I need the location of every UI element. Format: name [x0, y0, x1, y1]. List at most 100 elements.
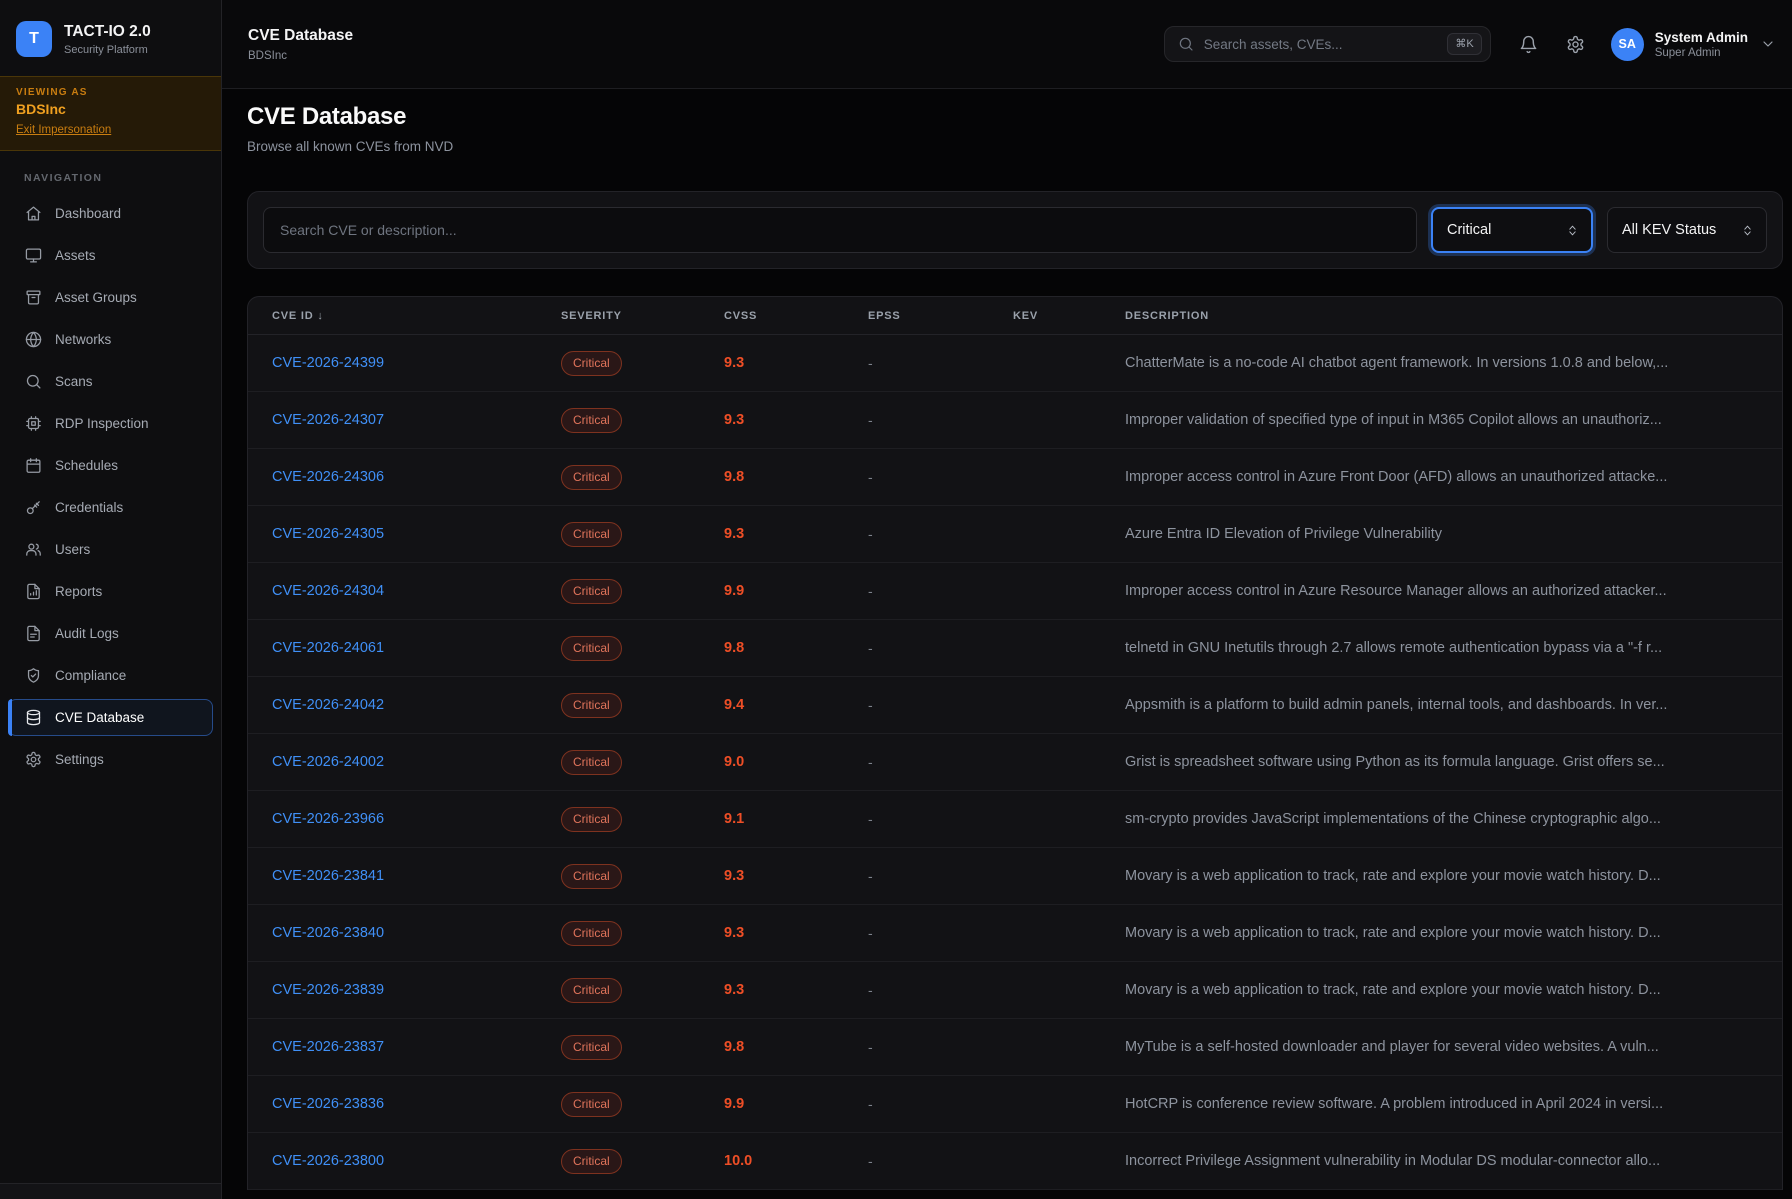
epss-value: -: [868, 1039, 1013, 1055]
cve-id-link[interactable]: CVE-2026-23840: [272, 925, 384, 941]
cvss-score: 9.9: [724, 583, 868, 599]
sidebar-item-audit-logs[interactable]: Audit Logs: [8, 615, 213, 652]
sidebar-item-dashboard[interactable]: Dashboard: [8, 195, 213, 232]
severity-badge: Critical: [561, 1149, 622, 1174]
cve-id-link[interactable]: CVE-2026-24002: [272, 754, 384, 770]
table-row[interactable]: CVE-2026-23837 Critical 9.8 - MyTube is …: [248, 1019, 1782, 1076]
sidebar-item-label: Asset Groups: [55, 290, 137, 305]
sidebar-item-asset-groups[interactable]: Asset Groups: [8, 279, 213, 316]
sidebar-item-assets[interactable]: Assets: [8, 237, 213, 274]
sidebar-item-schedules[interactable]: Schedules: [8, 447, 213, 484]
cve-id-link[interactable]: CVE-2026-24042: [272, 697, 384, 713]
sidebar-item-compliance[interactable]: Compliance: [8, 657, 213, 694]
table-row[interactable]: CVE-2026-23966 Critical 9.1 - sm-crypto …: [248, 791, 1782, 848]
cve-id-link[interactable]: CVE-2026-23841: [272, 868, 384, 884]
cvss-score: 9.0: [724, 754, 868, 770]
cvss-score: 9.1: [724, 811, 868, 827]
cve-description: Movary is a web application to track, ra…: [1125, 925, 1758, 941]
cve-id-link[interactable]: CVE-2026-24399: [272, 355, 384, 371]
bell-icon: [1519, 35, 1538, 54]
epss-value: -: [868, 355, 1013, 371]
cvss-score: 9.3: [724, 412, 868, 428]
epss-value: -: [868, 1153, 1013, 1169]
table-row[interactable]: CVE-2026-24304 Critical 9.9 - Improper a…: [248, 563, 1782, 620]
cve-description: Improper access control in Azure Front D…: [1125, 469, 1758, 485]
epss-value: -: [868, 526, 1013, 542]
shortcut-badge: ⌘K: [1447, 33, 1481, 55]
table-row[interactable]: CVE-2026-23841 Critical 9.3 - Movary is …: [248, 848, 1782, 905]
epss-value: -: [868, 412, 1013, 428]
table-row[interactable]: CVE-2026-24306 Critical 9.8 - Improper a…: [248, 449, 1782, 506]
severity-badge: Critical: [561, 693, 622, 718]
sidebar-item-scans[interactable]: Scans: [8, 363, 213, 400]
table-row[interactable]: CVE-2026-23840 Critical 9.3 - Movary is …: [248, 905, 1782, 962]
sidebar-item-credentials[interactable]: Credentials: [8, 489, 213, 526]
cve-id-link[interactable]: CVE-2026-23966: [272, 811, 384, 827]
topbar-subtitle: BDSInc: [248, 50, 353, 62]
table-row[interactable]: CVE-2026-23839 Critical 9.3 - Movary is …: [248, 962, 1782, 1019]
gear-icon: [1566, 35, 1585, 54]
cve-search-input[interactable]: [263, 207, 1417, 253]
table-row[interactable]: CVE-2026-24042 Critical 9.4 - Appsmith i…: [248, 677, 1782, 734]
users-icon: [25, 541, 42, 558]
column-header[interactable]: CVE ID ↓: [272, 310, 561, 322]
sidebar-item-rdp-inspection[interactable]: RDP Inspection: [8, 405, 213, 442]
select-arrows-icon: [1741, 224, 1754, 237]
severity-badge: Critical: [561, 579, 622, 604]
exit-impersonation-link[interactable]: Exit Impersonation: [16, 124, 111, 136]
cve-description: Azure Entra ID Elevation of Privilege Vu…: [1125, 526, 1758, 542]
notifications-button[interactable]: [1519, 35, 1538, 54]
settings-button[interactable]: [1566, 35, 1585, 54]
cve-id-link[interactable]: CVE-2026-24307: [272, 412, 384, 428]
cve-id-link[interactable]: CVE-2026-23839: [272, 982, 384, 998]
global-search[interactable]: ⌘K: [1164, 26, 1491, 62]
cve-id-link[interactable]: CVE-2026-24305: [272, 526, 384, 542]
table-row[interactable]: CVE-2026-24061 Critical 9.8 - telnetd in…: [248, 620, 1782, 677]
epss-value: -: [868, 811, 1013, 827]
column-header[interactable]: EPSS: [868, 310, 1013, 322]
cve-id-link[interactable]: CVE-2026-24304: [272, 583, 384, 599]
user-menu[interactable]: SA System Admin Super Admin: [1611, 28, 1776, 61]
nav-section-label: NAVIGATION: [24, 172, 205, 184]
table-row[interactable]: CVE-2026-24399 Critical 9.3 - ChatterMat…: [248, 335, 1782, 392]
global-search-input[interactable]: [1204, 37, 1438, 52]
cve-id-link[interactable]: CVE-2026-23800: [272, 1153, 384, 1169]
filter-panel: Critical All KEV Status: [247, 191, 1783, 269]
table-row[interactable]: CVE-2026-24002 Critical 9.0 - Grist is s…: [248, 734, 1782, 791]
sidebar-item-label: Dashboard: [55, 206, 121, 221]
sidebar-item-reports[interactable]: Reports: [8, 573, 213, 610]
severity-badge: Critical: [561, 522, 622, 547]
kev-select[interactable]: All KEV Status: [1607, 207, 1767, 253]
severity-badge: Critical: [561, 1092, 622, 1117]
column-header[interactable]: DESCRIPTION: [1125, 310, 1758, 322]
severity-badge: Critical: [561, 465, 622, 490]
table-row[interactable]: CVE-2026-23800 Critical 10.0 - Incorrect…: [248, 1133, 1782, 1190]
cve-id-link[interactable]: CVE-2026-24061: [272, 640, 384, 656]
sidebar-item-cve-database[interactable]: CVE Database: [8, 699, 213, 736]
table-row[interactable]: CVE-2026-24305 Critical 9.3 - Azure Entr…: [248, 506, 1782, 563]
cve-description: Improper access control in Azure Resourc…: [1125, 583, 1758, 599]
column-header[interactable]: KEV: [1013, 310, 1125, 322]
cve-id-link[interactable]: CVE-2026-23837: [272, 1039, 384, 1055]
home-icon: [25, 205, 42, 222]
main-area: CVE Database BDSInc ⌘K SA System Admin S…: [222, 0, 1792, 1199]
impersonation-org: BDSInc: [16, 101, 205, 117]
table-row[interactable]: CVE-2026-23836 Critical 9.9 - HotCRP is …: [248, 1076, 1782, 1133]
cvss-score: 9.3: [724, 925, 868, 941]
cve-id-link[interactable]: CVE-2026-24306: [272, 469, 384, 485]
cve-description: Incorrect Privilege Assignment vulnerabi…: [1125, 1153, 1758, 1169]
severity-select[interactable]: Critical: [1431, 207, 1593, 253]
sidebar-item-networks[interactable]: Networks: [8, 321, 213, 358]
column-header[interactable]: CVSS: [724, 310, 868, 322]
cvss-score: 9.3: [724, 982, 868, 998]
avatar: SA: [1611, 28, 1644, 61]
sidebar-item-users[interactable]: Users: [8, 531, 213, 568]
cve-id-link[interactable]: CVE-2026-23836: [272, 1096, 384, 1112]
table-row[interactable]: CVE-2026-24307 Critical 9.3 - Improper v…: [248, 392, 1782, 449]
cvss-score: 9.8: [724, 640, 868, 656]
user-name: System Admin: [1655, 30, 1748, 45]
page-subtitle: Browse all known CVEs from NVD: [247, 139, 1783, 154]
column-header[interactable]: SEVERITY: [561, 310, 724, 322]
sidebar-item-label: Credentials: [55, 500, 123, 515]
sidebar-item-settings[interactable]: Settings: [8, 741, 213, 778]
